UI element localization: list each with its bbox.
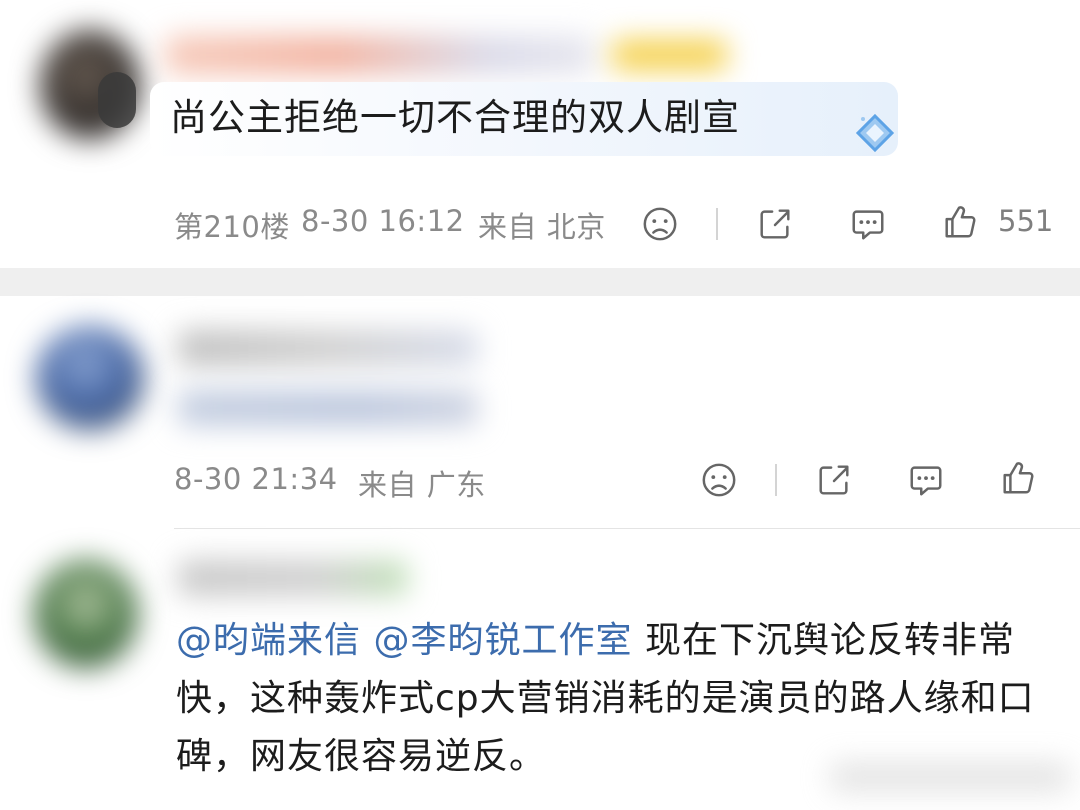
avatar[interactable]: [34, 560, 138, 668]
avatar[interactable]: [36, 326, 144, 430]
section-divider: [0, 268, 1080, 296]
comment-time: 8-30 16:12: [301, 204, 465, 238]
like-count: 551: [998, 204, 1054, 238]
avatar-badge: [98, 72, 136, 128]
user-badge: [612, 40, 727, 70]
comment-text: 尚公主拒绝一切不合理的双人剧宣: [170, 96, 740, 139]
username[interactable]: [178, 330, 478, 366]
watermark: [830, 762, 1070, 792]
sad-face-icon[interactable]: [697, 458, 741, 502]
thumbs-up-icon[interactable]: [938, 200, 982, 244]
mention-link[interactable]: @李昀锐工作室: [373, 620, 632, 661]
comment-bubble-icon[interactable]: [904, 458, 948, 502]
comment-time: 8-30 21:34: [174, 462, 338, 496]
comment-text: @昀端来信 @李昀锐工作室 现在下沉舆论反转非常快，这种轰炸式cp大营销消耗的是…: [176, 612, 1056, 786]
floor-number: 第210楼: [174, 210, 290, 244]
comment-divider: [174, 528, 1080, 529]
divider: [775, 464, 777, 496]
diamond-badge-icon: [855, 113, 895, 153]
comment-location: 来自 广东: [358, 468, 486, 502]
comment-text: [178, 390, 478, 426]
sad-face-icon[interactable]: [638, 202, 682, 246]
share-icon[interactable]: [753, 202, 797, 246]
comment-location: 来自 北京: [478, 210, 606, 244]
divider: [716, 208, 718, 240]
mention-link[interactable]: @昀端来信: [176, 620, 361, 661]
thumbs-up-icon[interactable]: [996, 456, 1040, 500]
share-icon[interactable]: [812, 458, 856, 502]
username[interactable]: [178, 560, 408, 596]
comment-bubble-icon[interactable]: [846, 202, 890, 246]
username[interactable]: [165, 36, 595, 74]
